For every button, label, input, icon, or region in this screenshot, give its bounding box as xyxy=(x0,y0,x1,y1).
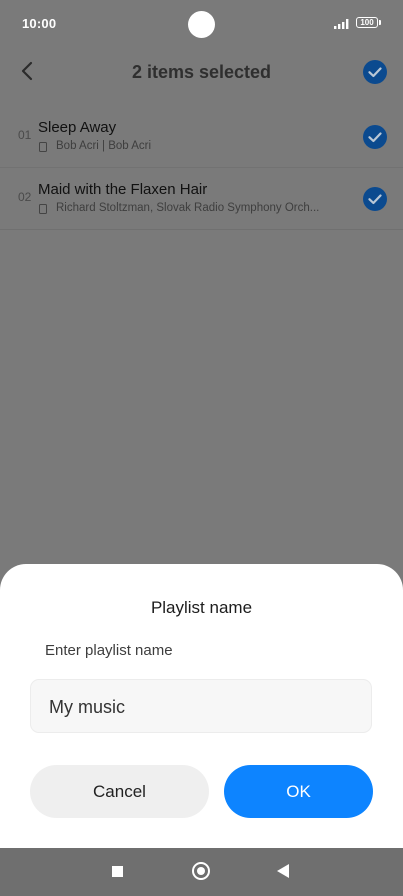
track-subtitle: Bob Acri | Bob Acri xyxy=(56,140,152,152)
track-checkbox[interactable] xyxy=(363,187,387,211)
dialog-title: Playlist name xyxy=(150,598,253,617)
track-checkbox[interactable] xyxy=(363,125,387,149)
screen: 10:00 100 2 items selected 01 Sleep Away… xyxy=(0,0,403,896)
cancel-button[interactable]: Cancel xyxy=(30,765,209,818)
track-title: Sleep Away xyxy=(38,119,117,136)
device-icon xyxy=(39,204,47,214)
status-time: 10:00 xyxy=(22,16,57,31)
track-number: 02 xyxy=(18,190,32,204)
playlist-name-value: My music xyxy=(49,697,125,717)
signal-icon xyxy=(334,19,349,29)
page-title: 2 items selected xyxy=(131,62,272,82)
battery-tip xyxy=(379,20,381,25)
battery-icon: 100 xyxy=(356,17,378,28)
select-all-checkbox[interactable] xyxy=(363,60,387,84)
playlist-name-dialog: Playlist name Enter playlist name My mus… xyxy=(0,564,403,848)
track-list: 01 Sleep Away Bob Acri | Bob Acri 02 Mai… xyxy=(0,106,403,230)
device-icon xyxy=(39,142,47,152)
back-icon[interactable] xyxy=(277,864,289,878)
recent-apps-icon[interactable] xyxy=(112,866,123,877)
track-subtitle: Richard Stoltzman, Slovak Radio Symphony… xyxy=(56,202,320,214)
header: 2 items selected xyxy=(0,48,403,98)
list-item[interactable]: 01 Sleep Away Bob Acri | Bob Acri xyxy=(0,106,403,168)
track-title: Maid with the Flaxen Hair xyxy=(38,181,208,198)
playlist-name-input[interactable]: My music xyxy=(30,679,372,733)
navigation-bar xyxy=(0,848,403,896)
home-icon-dot xyxy=(197,867,205,875)
dialog-hint: Enter playlist name xyxy=(45,642,173,659)
front-camera xyxy=(188,11,215,38)
track-number: 01 xyxy=(18,128,32,142)
ok-button[interactable]: OK xyxy=(224,765,373,818)
list-item[interactable]: 02 Maid with the Flaxen Hair Richard Sto… xyxy=(0,168,403,230)
status-bar: 10:00 100 xyxy=(0,0,403,48)
